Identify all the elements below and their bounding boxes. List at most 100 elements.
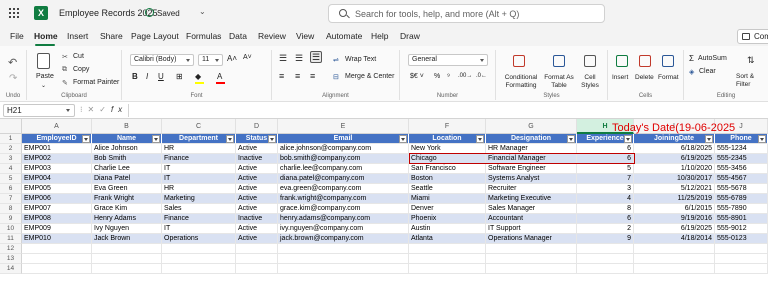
cell-employee-id[interactable]: EMP004 (22, 174, 92, 184)
column-header-d[interactable]: D (236, 119, 278, 134)
tab-file[interactable]: File (10, 31, 24, 41)
spreadsheet-grid[interactable]: A B C D E F G H I J 1 2 3 4 5 6 7 8 9 10 11 12 13 14 EmployeeID N… (0, 119, 768, 281)
cancel-icon[interactable]: ✕ (88, 105, 100, 114)
cell-email[interactable]: jack.brown@company.com (278, 234, 409, 244)
decrease-decimal-icon[interactable]: .0← (476, 73, 487, 79)
column-header-c[interactable]: C (162, 119, 236, 134)
empty-cell[interactable] (409, 254, 486, 264)
cell-name[interactable]: Bob Smith (92, 154, 162, 164)
table-header-employee-id[interactable]: EmployeeID (22, 134, 92, 144)
cell-name[interactable]: Charlie Lee (92, 164, 162, 174)
cell-experience[interactable]: 4 (577, 194, 634, 204)
cell-phone[interactable]: 555-2345 (715, 154, 768, 164)
cell-department[interactable]: HR (162, 144, 236, 154)
empty-cell[interactable] (715, 264, 768, 274)
filter-dropdown-icon[interactable] (758, 135, 766, 143)
undo-icon[interactable]: ↶ (8, 56, 17, 69)
row-header[interactable]: 8 (0, 204, 22, 214)
row-header[interactable]: 1 (0, 134, 22, 144)
row-header[interactable]: 12 (0, 244, 22, 254)
table-header-joining-date[interactable]: JoiningDate (634, 134, 715, 144)
tab-data[interactable]: Data (229, 31, 247, 41)
cell-status[interactable]: Inactive (236, 154, 278, 164)
cell-name[interactable]: Jack Brown (92, 234, 162, 244)
cell-name[interactable]: Ivy Nguyen (92, 224, 162, 234)
cell-employee-id[interactable]: EMP010 (22, 234, 92, 244)
cell-location[interactable]: Seattle (409, 184, 486, 194)
cell-designation[interactable]: Recruiter (486, 184, 577, 194)
row-header[interactable]: 5 (0, 174, 22, 184)
insert-button[interactable]: Insert (612, 74, 628, 81)
sort-filter-button[interactable]: Sort & Filter (736, 73, 768, 89)
cell-experience[interactable]: 5 (577, 164, 634, 174)
format-painter-button[interactable]: Format Painter (73, 79, 119, 86)
tab-view[interactable]: View (296, 31, 314, 41)
cell-designation[interactable]: Software Engineer (486, 164, 577, 174)
row-header[interactable]: 4 (0, 164, 22, 174)
row-header[interactable]: 3 (0, 154, 22, 164)
empty-cell[interactable] (22, 264, 92, 274)
comments-button[interactable]: Comments (737, 29, 768, 44)
row-header[interactable]: 9 (0, 214, 22, 224)
row-header[interactable]: 7 (0, 194, 22, 204)
table-header-designation[interactable]: Designation (486, 134, 577, 144)
cell-designation[interactable]: Financial Manager (486, 154, 577, 164)
empty-cell[interactable] (162, 254, 236, 264)
empty-cell[interactable] (409, 264, 486, 274)
filter-dropdown-icon[interactable] (152, 135, 160, 143)
cell-location[interactable]: Phoenix (409, 214, 486, 224)
column-header-a[interactable]: A (22, 119, 92, 134)
percent-icon[interactable]: % (434, 73, 440, 80)
row-header[interactable]: 14 (0, 264, 22, 274)
paste-chevron-icon[interactable]: ⌄ (41, 82, 46, 89)
table-header-name[interactable]: Name (92, 134, 162, 144)
cell-joining-date[interactable]: 1/10/2020 (634, 164, 715, 174)
empty-cell[interactable] (278, 264, 409, 274)
cell-department[interactable]: IT (162, 224, 236, 234)
empty-cell[interactable] (634, 254, 715, 264)
name-box[interactable]: H21 (3, 104, 75, 117)
tab-home[interactable]: Home (34, 31, 58, 41)
empty-cell[interactable] (236, 254, 278, 264)
autosum-button[interactable]: AutoSum (698, 55, 727, 62)
tab-formulas[interactable]: Formulas (186, 31, 221, 41)
cell-phone[interactable]: 555-8901 (715, 214, 768, 224)
number-format-select[interactable]: General (408, 54, 488, 66)
cell-name[interactable]: Diana Patel (92, 174, 162, 184)
delete-button[interactable]: Delete (635, 74, 654, 81)
cell-email[interactable]: henry.adams@company.com (278, 214, 409, 224)
cell-email[interactable]: grace.kim@company.com (278, 204, 409, 214)
chevron-down-icon[interactable]: ⌄ (199, 7, 206, 16)
column-header-e[interactable]: E (278, 119, 409, 134)
cell-employee-id[interactable]: EMP001 (22, 144, 92, 154)
cell-employee-id[interactable]: EMP003 (22, 164, 92, 174)
empty-cell[interactable] (577, 264, 634, 274)
cell-status[interactable]: Active (236, 204, 278, 214)
paste-button[interactable]: Paste (36, 73, 54, 80)
row-header[interactable]: 13 (0, 254, 22, 264)
empty-cell[interactable] (278, 254, 409, 264)
table-header-phone[interactable]: Phone (715, 134, 768, 144)
empty-cell[interactable] (486, 264, 577, 274)
row-header[interactable]: 10 (0, 224, 22, 234)
empty-cell[interactable] (236, 244, 278, 254)
cell-phone[interactable]: 555-7890 (715, 204, 768, 214)
cell-department[interactable]: Operations (162, 234, 236, 244)
cell-department[interactable]: Finance (162, 154, 236, 164)
cell-location[interactable]: Boston (409, 174, 486, 184)
formula-input[interactable] (128, 104, 768, 117)
cell-name[interactable]: Alice Johnson (92, 144, 162, 154)
currency-icon[interactable]: $€ ˅ (410, 73, 424, 80)
cell-employee-id[interactable]: EMP007 (22, 204, 92, 214)
cell-location[interactable]: Austin (409, 224, 486, 234)
filter-dropdown-icon[interactable] (476, 135, 484, 143)
comma-style-icon[interactable]: ⁹ (447, 73, 450, 80)
empty-cell[interactable] (577, 244, 634, 254)
cell-employee-id[interactable]: EMP009 (22, 224, 92, 234)
tab-automate[interactable]: Automate (326, 31, 362, 41)
empty-cell[interactable] (409, 244, 486, 254)
cell-email[interactable]: frank.wright@company.com (278, 194, 409, 204)
cell-phone[interactable]: 555-1234 (715, 144, 768, 154)
conditional-formatting-button[interactable]: Conditional Formatting (504, 74, 538, 90)
cell-email[interactable]: diana.patel@company.com (278, 174, 409, 184)
